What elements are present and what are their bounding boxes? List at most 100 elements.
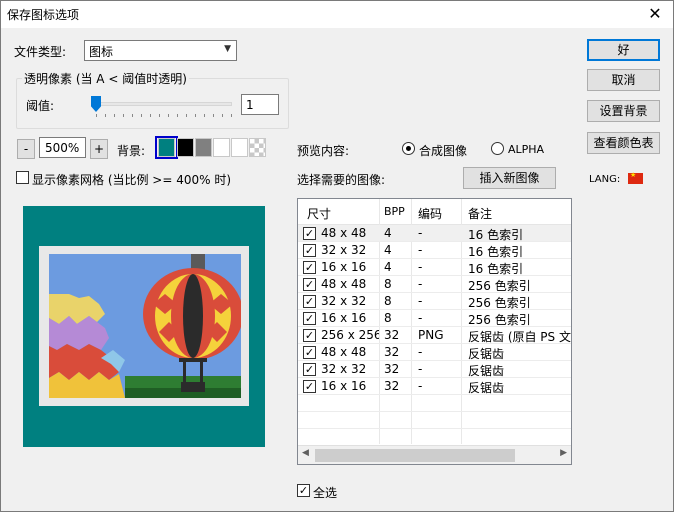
view-palette-button[interactable]: 查看颜色表	[587, 132, 660, 154]
lang-label: LANG:	[589, 174, 621, 185]
pixel-grid-label: 显示像素网格 (当比例 >= 400% 时)	[32, 173, 232, 187]
cell-encoding: -	[418, 243, 423, 257]
composite-radio[interactable]	[402, 142, 415, 155]
cell-size: 48 x 48	[321, 277, 367, 291]
cell-bpp: 8	[384, 311, 392, 325]
table-row[interactable]: ✓ 16 x 16 8 - 256 色索引	[298, 310, 571, 327]
cell-size: 16 x 16	[321, 311, 367, 325]
row-checkbox[interactable]: ✓	[303, 329, 316, 342]
select-images-label: 选择需要的图像:	[297, 173, 386, 187]
transparency-group-label: 透明像素 (当 A < 阈值时透明)	[22, 70, 189, 87]
table-row[interactable]: ✓ 48 x 48 32 - 反锯齿	[298, 344, 571, 361]
bg-swatch-white-2[interactable]	[231, 138, 248, 157]
threshold-value: 1	[246, 98, 254, 112]
cell-note: 16 色索引	[468, 262, 524, 276]
cell-encoding: -	[418, 277, 423, 291]
cell-encoding: -	[418, 345, 423, 359]
column-size[interactable]: 尺寸	[307, 205, 331, 222]
select-all-checkbox[interactable]: ✓	[297, 484, 310, 497]
cell-bpp: 32	[384, 362, 400, 376]
column-bpp[interactable]: BPP	[384, 205, 405, 218]
scrollbar-thumb[interactable]	[315, 449, 515, 462]
cell-note: 256 色索引	[468, 296, 531, 310]
row-checkbox[interactable]: ✓	[303, 261, 316, 274]
cell-encoding: -	[418, 260, 423, 274]
chevron-down-icon: ▼	[224, 44, 231, 54]
cell-size: 32 x 32	[321, 294, 367, 308]
threshold-input[interactable]: 1	[241, 94, 279, 115]
bg-swatch-checker[interactable]	[249, 138, 266, 157]
table-row[interactable]: ✓ 48 x 48 4 - 16 色索引	[298, 225, 571, 242]
table-row-empty	[298, 429, 571, 446]
horizontal-scrollbar[interactable]: ◀ ▶	[298, 445, 571, 464]
table-row[interactable]: ✓ 16 x 16 4 - 16 色索引	[298, 259, 571, 276]
table-row[interactable]: ✓ 48 x 48 8 - 256 色索引	[298, 276, 571, 293]
table-row-empty	[298, 395, 571, 412]
row-checkbox[interactable]: ✓	[303, 227, 316, 240]
flag-star-icon: ★	[630, 171, 637, 179]
row-checkbox[interactable]: ✓	[303, 346, 316, 359]
file-type-select[interactable]: 图标 ▼	[84, 40, 237, 61]
cell-encoding: -	[418, 379, 423, 393]
bg-swatch-teal[interactable]	[158, 138, 175, 157]
cell-note: 256 色索引	[468, 313, 531, 327]
row-checkbox[interactable]: ✓	[303, 380, 316, 393]
image-list[interactable]: 尺寸 BPP 编码 备注 ✓ 48 x 48 4 - 16 色索引 ✓ 32 x…	[297, 198, 572, 465]
composite-radio-label: 合成图像	[419, 144, 468, 158]
scroll-right-icon[interactable]: ▶	[560, 448, 567, 458]
cancel-button[interactable]: 取消	[587, 69, 660, 91]
column-note[interactable]: 备注	[468, 205, 492, 222]
cell-note: 反锯齿	[468, 381, 505, 395]
alpha-radio[interactable]	[491, 142, 504, 155]
background-label: 背景:	[117, 144, 146, 158]
cell-bpp: 32	[384, 328, 400, 342]
table-row[interactable]: ✓ 256 x 256 ! 32 PNG 反锯齿 (原自 PS 文档	[298, 327, 571, 344]
cell-note: 16 色索引	[468, 245, 524, 259]
row-checkbox[interactable]: ✓	[303, 312, 316, 325]
cell-bpp: 4	[384, 260, 392, 274]
cell-encoding: PNG	[418, 328, 444, 342]
row-checkbox[interactable]: ✓	[303, 244, 316, 257]
table-row[interactable]: ✓ 32 x 32 8 - 256 色索引	[298, 293, 571, 310]
scroll-left-icon[interactable]: ◀	[302, 448, 309, 458]
select-all-label: 全选	[313, 486, 338, 500]
pixel-grid-checkbox[interactable]	[16, 171, 29, 184]
cell-note: 16 色索引	[468, 228, 524, 242]
close-icon[interactable]: ✕	[643, 3, 667, 25]
zoom-input[interactable]: 500%	[39, 137, 86, 158]
ok-button[interactable]: 好	[587, 39, 660, 61]
table-row[interactable]: ✓ 32 x 32 4 - 16 色索引	[298, 242, 571, 259]
alpha-radio-label: ALPHA	[508, 143, 545, 156]
threshold-slider-ticks	[96, 114, 232, 117]
zoom-in-button[interactable]: +	[90, 139, 108, 159]
cell-note: 反锯齿	[468, 364, 505, 378]
cell-size: 16 x 16	[321, 379, 367, 393]
cell-size: 48 x 48	[321, 226, 367, 240]
cell-encoding: -	[418, 362, 423, 376]
cn-flag-icon[interactable]: ★	[628, 171, 643, 184]
table-row[interactable]: ✓ 32 x 32 32 - 反锯齿	[298, 361, 571, 378]
table-row[interactable]: ✓ 16 x 16 32 - 反锯齿	[298, 378, 571, 395]
file-type-label: 文件类型:	[14, 45, 67, 59]
cell-size: 256 x 256 !	[321, 328, 379, 342]
zoom-value: 500%	[45, 141, 80, 155]
zoom-out-button[interactable]: -	[17, 139, 35, 159]
cell-bpp: 32	[384, 379, 400, 393]
bg-swatch-white[interactable]	[213, 138, 230, 157]
row-checkbox[interactable]: ✓	[303, 278, 316, 291]
set-background-button[interactable]: 设置背景	[587, 100, 660, 122]
threshold-slider-track[interactable]	[94, 102, 232, 106]
cell-encoding: -	[418, 226, 423, 240]
row-checkbox[interactable]: ✓	[303, 295, 316, 308]
column-encoding[interactable]: 编码	[418, 205, 442, 222]
window-title: 保存图标选项	[7, 8, 80, 22]
title-bar: 保存图标选项 ✕	[1, 1, 673, 28]
cell-size: 32 x 32	[321, 362, 367, 376]
cell-note: 反锯齿	[468, 347, 505, 361]
insert-image-button[interactable]: 插入新图像	[463, 167, 556, 189]
cell-encoding: -	[418, 294, 423, 308]
table-row-empty	[298, 412, 571, 429]
bg-swatch-black[interactable]	[177, 138, 194, 157]
row-checkbox[interactable]: ✓	[303, 363, 316, 376]
bg-swatch-gray[interactable]	[195, 138, 212, 157]
